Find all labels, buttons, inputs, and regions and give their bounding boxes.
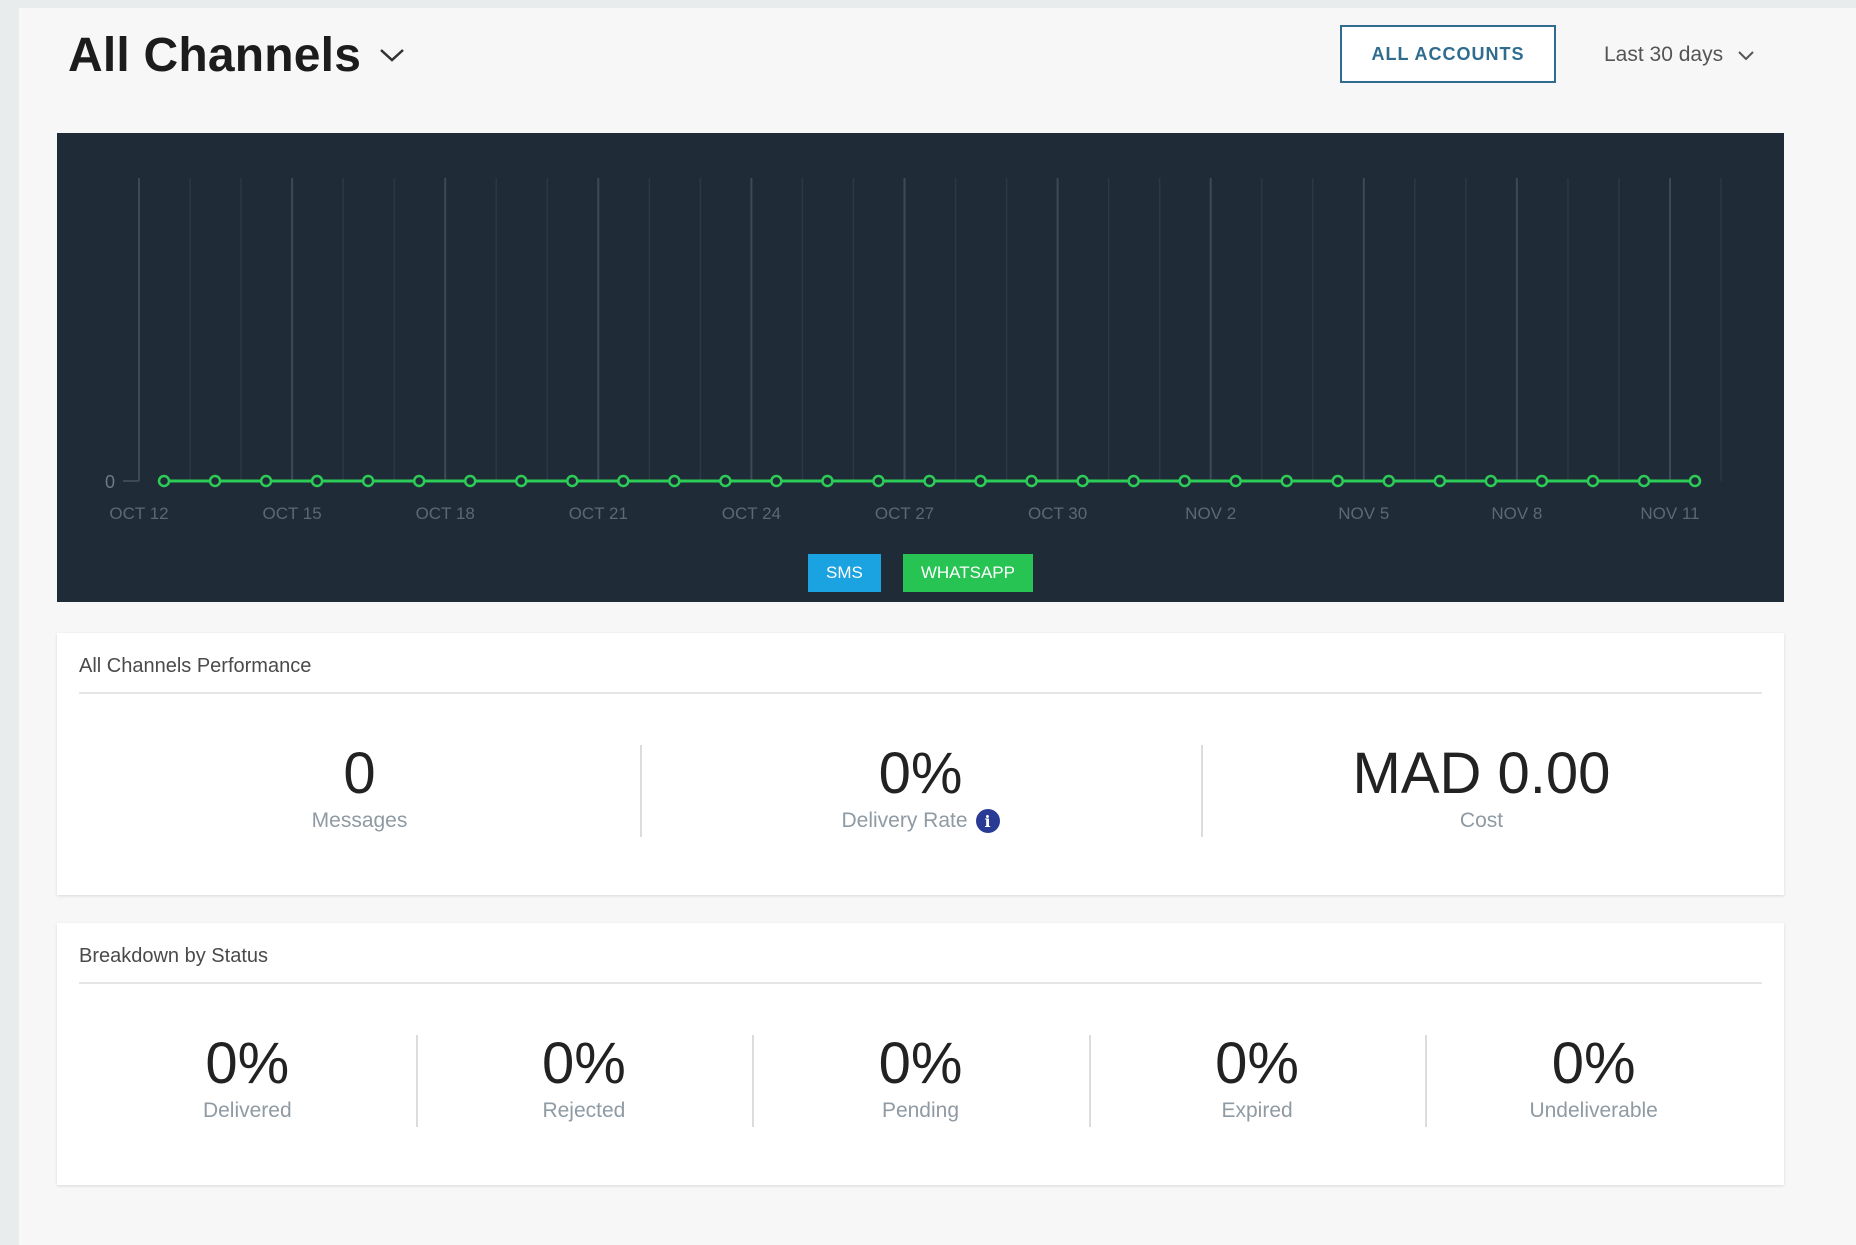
- performance-card: All Channels Performance 0 Messages 0% D…: [57, 633, 1784, 895]
- info-icon[interactable]: i: [975, 809, 1000, 833]
- data-point: [412, 474, 426, 488]
- x-tick-label: NOV 8: [1491, 504, 1542, 523]
- legend-sms-toggle[interactable]: SMS: [808, 554, 881, 592]
- x-tick-label: OCT 30: [1028, 504, 1087, 523]
- chart-legend: SMS WHATSAPP: [57, 554, 1784, 592]
- data-point: [719, 474, 732, 488]
- all-accounts-button[interactable]: ALL ACCOUNTS: [1340, 25, 1556, 83]
- data-point: [974, 474, 987, 488]
- data-point: [514, 474, 528, 488]
- x-tick-label: OCT 12: [109, 504, 168, 523]
- line-chart-svg: 0 OCT 12 OCT 15 OCT 18 OCT 21 OCT 24 OCT 27 OCT…: [105, 178, 1722, 523]
- stat-value: MAD 0.00: [1352, 741, 1611, 806]
- stat-value: 0%: [1215, 1031, 1299, 1096]
- stat-delivered: 0% Delivered: [79, 1035, 416, 1123]
- data-point: [1178, 474, 1191, 488]
- data-point: [1637, 474, 1651, 488]
- stat-cost: MAD 0.00 Cost: [1201, 741, 1762, 837]
- data-point: [1280, 474, 1293, 488]
- stat-value: 0%: [541, 1031, 626, 1096]
- data-point: [821, 474, 834, 488]
- x-tick-label: OCT 18: [416, 504, 475, 523]
- stat-label: Pending: [882, 1099, 959, 1123]
- data-point: [1433, 474, 1447, 488]
- stat-value: 0%: [205, 1031, 290, 1096]
- performance-stats: 0 Messages 0% Delivery Rate i MAD 0.00 C…: [79, 741, 1762, 837]
- data-point: [668, 474, 681, 488]
- data-point: [566, 474, 579, 488]
- stat-label: Undeliverable: [1529, 1099, 1657, 1123]
- divider: [79, 982, 1762, 984]
- breakdown-card-title: Breakdown by Status: [79, 945, 268, 967]
- stat-expired: 0% Expired: [1088, 1031, 1426, 1127]
- data-point: [770, 474, 783, 488]
- x-tick-label: OCT 21: [569, 504, 628, 523]
- data-point: [208, 474, 222, 488]
- data-point: [1076, 474, 1089, 488]
- stat-messages: 0 Messages: [79, 745, 640, 833]
- stat-label: Expired: [1221, 1099, 1292, 1123]
- stat-label: Rejected: [542, 1099, 625, 1123]
- page-header: All Channels ALL ACCOUNTS Last 30 days: [19, 8, 1856, 118]
- data-point: [1535, 474, 1549, 488]
- chevron-down-icon: [1737, 44, 1755, 68]
- stat-pending: 0% Pending: [752, 1031, 1089, 1127]
- stat-label-text: Pending: [881, 1099, 960, 1122]
- stat-label-text: Expired: [1221, 1099, 1293, 1122]
- x-tick-label: OCT 27: [875, 504, 934, 523]
- data-point: [1688, 474, 1702, 488]
- data-point: [1586, 474, 1600, 488]
- x-tick-label: OCT 15: [262, 504, 321, 523]
- data-point: [463, 474, 477, 488]
- dashboard-page: All Channels ALL ACCOUNTS Last 30 days 0…: [19, 8, 1856, 1245]
- date-range-dropdown[interactable]: Last 30 days: [1604, 42, 1755, 68]
- performance-card-title: All Channels Performance: [79, 655, 312, 677]
- data-point: [1382, 474, 1396, 488]
- data-point: [259, 474, 273, 488]
- data-point: [617, 474, 630, 488]
- data-point: [1127, 474, 1140, 488]
- breakdown-card: Breakdown by Status 0% Delivered 0% Reje…: [57, 923, 1784, 1185]
- data-point: [872, 474, 885, 488]
- stat-label-text: Delivered: [202, 1099, 292, 1122]
- x-tick-label: NOV 11: [1640, 504, 1699, 523]
- stat-label: Messages: [312, 809, 408, 833]
- stat-label-text: Undeliverable: [1529, 1099, 1658, 1122]
- data-point: [310, 474, 324, 488]
- data-point: [1331, 474, 1345, 488]
- page-title: All Channels: [68, 29, 362, 82]
- y-tick-label: 0: [105, 472, 115, 492]
- divider: [79, 692, 1762, 694]
- data-point: [1229, 474, 1242, 488]
- stat-label-text: Delivery Rate: [841, 809, 968, 832]
- messages-chart: 0 OCT 12 OCT 15 OCT 18 OCT 21 OCT 24 OCT 27 OCT…: [57, 133, 1784, 602]
- stat-label: Delivery Rate i: [841, 809, 1000, 833]
- stat-rejected: 0% Rejected: [415, 1031, 753, 1127]
- data-point: [1484, 474, 1498, 488]
- legend-whatsapp-toggle[interactable]: WHATSAPP: [902, 554, 1033, 592]
- date-range-label: Last 30 days: [1604, 43, 1724, 66]
- data-point: [361, 474, 375, 488]
- data-point: [1025, 474, 1038, 488]
- breakdown-stats: 0% Delivered 0% Rejected 0% Pending 0% E…: [79, 1031, 1762, 1127]
- chevron-down-icon: [379, 47, 405, 68]
- x-tick-label: NOV 5: [1338, 504, 1389, 523]
- stat-label: Cost: [1460, 809, 1503, 833]
- stat-value: 0%: [1551, 1031, 1636, 1096]
- data-point: [157, 474, 171, 488]
- stat-value: 0: [343, 741, 376, 806]
- channel-selector[interactable]: All Channels: [68, 28, 405, 83]
- x-tick-label: OCT 24: [722, 504, 781, 523]
- stat-label-text: Messages: [311, 809, 408, 832]
- x-tick-label: NOV 2: [1185, 504, 1236, 523]
- stat-undeliverable: 0% Undeliverable: [1425, 1031, 1762, 1127]
- stat-label: Delivered: [203, 1099, 292, 1123]
- stat-delivery-rate: 0% Delivery Rate i: [640, 741, 1201, 837]
- stat-value: 0%: [878, 1031, 963, 1096]
- stat-label-text: Rejected: [542, 1099, 626, 1122]
- stat-label-text: Cost: [1459, 809, 1504, 832]
- data-point: [923, 474, 936, 488]
- stat-value: 0%: [878, 741, 963, 806]
